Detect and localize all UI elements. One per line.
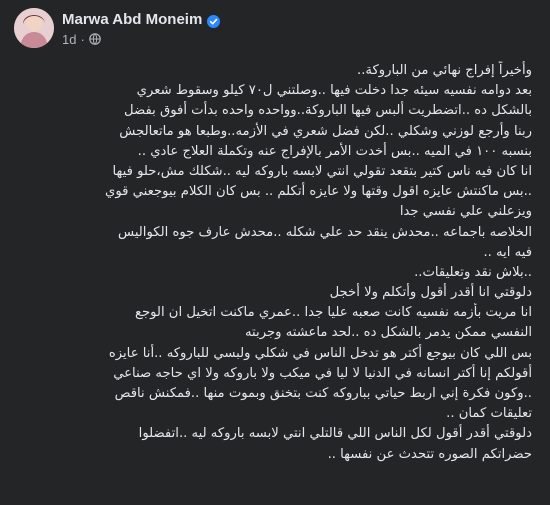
post-line: بالشكل ده ..اتضطريت ألبس فيها الباروكة..…	[124, 103, 532, 119]
post-line: انا كان فيه ناس كتير بتقعد تقولي انتي لا…	[112, 163, 532, 179]
post-line: حضراتكم الصوره تتحدث عن نفسها ..	[327, 446, 532, 462]
post-line: الخلاصه باجماعه ..محدش ينقد حد علي شكله …	[118, 224, 532, 240]
author-avatar[interactable]	[14, 8, 54, 48]
globe-icon[interactable]	[89, 33, 101, 45]
post-line: ..وكون فكرة إني اربط حياتي بباروكه كنت ب…	[114, 386, 532, 401]
post-line: ..بس ماكنتش عايزه اقول وقتها ولا عايزه أ…	[105, 184, 532, 200]
post-header: Marwa Abd Moneim 1d ·	[0, 0, 550, 56]
post-line: انا مريت بأزمه نفسيه كانت صعبه عليا جدا …	[134, 305, 532, 321]
author-name[interactable]: Marwa Abd Moneim	[62, 11, 202, 28]
post-line: دلوقتي أقدر أقول لكل الناس اللي قالتلي ا…	[138, 426, 532, 442]
post-line: النفسي ممكن يدمر بالشكل ده ..لحد ماعشته …	[244, 325, 532, 341]
verified-badge-icon	[207, 13, 221, 28]
post-line: وأخيراً إفراج نهائي من الباروكة..	[357, 63, 532, 78]
post-line: تعليقات كمان ..	[446, 406, 532, 422]
post-body: وأخيراً إفراج نهائي من الباروكة.. بعد دو…	[12, 61, 532, 465]
post-line: ويزعلني علي نفسي جدا	[399, 204, 532, 220]
post-line: بعد دوامه نفسيه سيئه جدا دخلت فيها ..وصل…	[136, 83, 532, 99]
post-line: ربنا وأرجع لوزني وشكلي ..لكن فضل شعري في…	[119, 123, 532, 139]
meta-separator: ·	[80, 31, 85, 47]
post-line: أقولكم إنا أكتر انسانه في الدنيا لا ليا …	[113, 365, 532, 381]
post-line: ..بلاش نقد وتعليقات..	[414, 264, 532, 280]
avatar-image-icon	[14, 8, 54, 48]
facebook-post: Marwa Abd Moneim 1d · وأخيراً إفراج نهائ…	[0, 0, 550, 505]
post-line: فيه ايه ..	[483, 244, 532, 260]
post-line: بنسبه ١٠٠ في الميه ..بس أخدت الأمر بالإف…	[137, 143, 532, 159]
post-timestamp[interactable]: 1d	[62, 32, 76, 47]
author-row: Marwa Abd Moneim	[62, 9, 221, 29]
post-line: بس اللي كان بيوجع أكتر هو تدخل الناس في …	[108, 345, 532, 361]
post-meta: 1d ·	[62, 31, 101, 47]
post-line: دلوقتي انا أقدر أقول وأتكلم ولا أخجل	[329, 285, 532, 301]
